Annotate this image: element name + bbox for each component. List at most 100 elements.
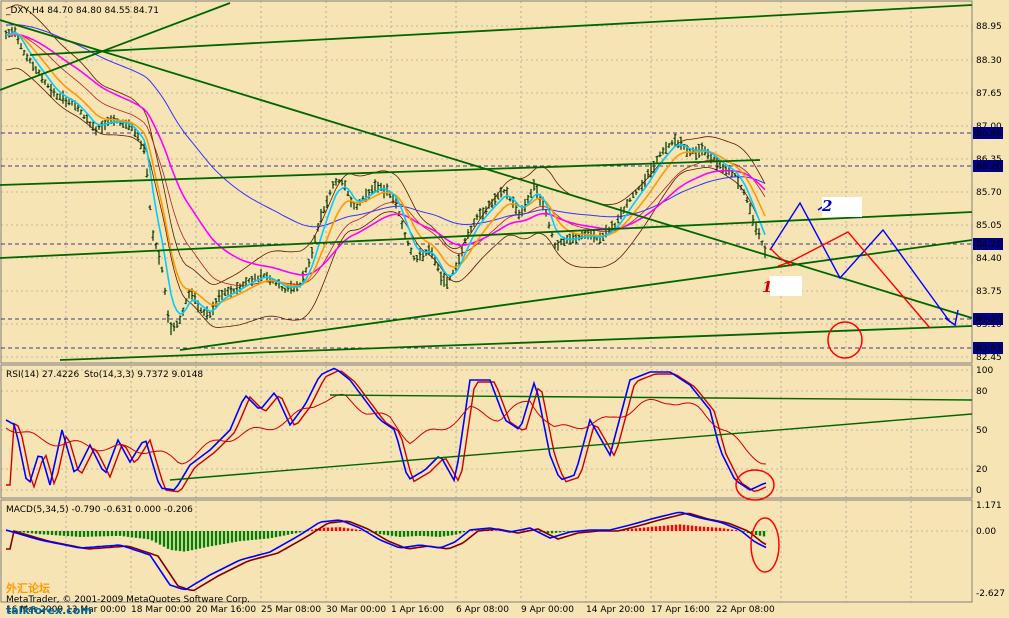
macd-histogram-bar xyxy=(210,531,214,547)
macd-histogram-bar xyxy=(262,531,266,539)
macd-histogram-bar xyxy=(74,531,78,537)
macd-histogram-bar xyxy=(114,531,118,537)
oscillator-axis-label: 100 xyxy=(976,366,993,376)
macd-histogram-bar xyxy=(278,531,282,537)
price-box-label: 82.63 xyxy=(976,344,1002,354)
macd-histogram-bar xyxy=(266,531,270,539)
macd-histogram-bar xyxy=(294,531,298,534)
macd-histogram-bar xyxy=(354,529,358,531)
time-axis-label: 30 Mar 00:00 xyxy=(326,605,386,615)
macd-histogram-bar xyxy=(222,531,226,544)
macd-histogram-bar xyxy=(190,531,194,551)
macd-histogram-bar xyxy=(22,531,26,533)
macd-histogram-bar xyxy=(406,531,410,537)
rsi-header: RSI(14) 27.4226 xyxy=(6,370,79,380)
macd-histogram-bar xyxy=(30,531,34,534)
macd-histogram-bar xyxy=(178,531,182,552)
oscillator-axis-label: 80 xyxy=(976,387,988,397)
macd-histogram-bar xyxy=(310,529,314,531)
price-axis-label: 84.40 xyxy=(976,254,1002,264)
macd-histogram-bar xyxy=(754,531,758,536)
macd-histogram-bar xyxy=(350,528,354,531)
macd-histogram-bar xyxy=(150,531,154,541)
macd-histogram-bar xyxy=(414,531,418,537)
macd-histogram-bar xyxy=(378,531,382,535)
macd-histogram-bar xyxy=(550,531,554,534)
macd-histogram-bar xyxy=(670,525,674,531)
watermark-cn: 外汇论坛 xyxy=(5,581,50,595)
macd-histogram-bar xyxy=(170,531,174,551)
macd-histogram-bar xyxy=(458,531,462,534)
macd-histogram-bar xyxy=(234,531,238,542)
macd-histogram-bar xyxy=(358,529,362,531)
macd-histogram-bar xyxy=(758,531,762,536)
time-axis-label: 18 Mar 00:00 xyxy=(131,605,191,615)
macd-histogram-bar xyxy=(430,531,434,537)
macd-histogram-bar xyxy=(286,531,290,535)
macd-histogram-bar xyxy=(730,529,734,531)
macd-histogram-bar xyxy=(450,531,454,536)
price-axis-label: 85.70 xyxy=(976,188,1002,198)
macd-histogram-bar xyxy=(146,531,150,540)
macd-histogram-bar xyxy=(78,531,82,537)
macd-histogram-bar xyxy=(206,531,210,547)
macd-histogram-bar xyxy=(154,531,158,543)
macd-histogram-bar xyxy=(258,531,262,540)
price-axis-label: 85.05 xyxy=(976,221,1002,231)
macd-histogram-bar xyxy=(326,527,330,531)
macd-histogram-bar xyxy=(94,531,98,537)
macd-histogram-bar xyxy=(166,531,170,549)
macd-histogram-bar xyxy=(630,528,634,531)
macd-histogram-bar xyxy=(34,531,38,534)
macd-histogram-bar xyxy=(134,531,138,538)
label-one-box xyxy=(770,276,802,296)
oscillator-axis-label: 0 xyxy=(976,486,982,496)
sto-header: Sto(14,3,3) 9.7372 9.0148 xyxy=(84,370,203,380)
macd-histogram-bar xyxy=(118,531,122,536)
macd-histogram-bar xyxy=(638,527,642,531)
macd-histogram-bar xyxy=(438,531,442,537)
macd-histogram-bar xyxy=(698,526,702,531)
macd-histogram-bar xyxy=(634,528,638,531)
macd-histogram-bar xyxy=(690,525,694,531)
macd-histogram-bar xyxy=(722,528,726,531)
time-axis-label: 25 Mar 08:00 xyxy=(261,605,321,615)
macd-histogram-bar xyxy=(182,531,186,552)
time-axis-label: 1 Apr 16:00 xyxy=(391,605,444,615)
macd-histogram-bar xyxy=(442,531,446,537)
macd-histogram-bar xyxy=(646,527,650,531)
macd-histogram-bar xyxy=(162,531,166,547)
time-axis-label: 22 Apr 08:00 xyxy=(716,605,775,615)
macd-histogram-bar xyxy=(386,531,390,536)
time-axis-label: 20 Mar 16:00 xyxy=(196,605,256,615)
macd-histogram-bar xyxy=(230,531,234,543)
macd-histogram-bar xyxy=(686,525,690,531)
macd-histogram-bar xyxy=(426,531,430,537)
chart-header: _DXY,H4 84.70 84.80 84.55 84.71 xyxy=(5,6,159,16)
macd-histogram-bar xyxy=(54,531,58,536)
watermark-site: talkforex.com xyxy=(6,604,92,617)
macd-histogram-bar xyxy=(346,528,350,531)
macd-histogram-bar xyxy=(566,531,570,532)
macd-histogram-bar xyxy=(650,526,654,531)
macd-histogram-bar xyxy=(654,526,658,531)
macd-histogram-bar xyxy=(714,527,718,531)
copyright-text: MetaTrader, © 2001-2009 MetaQuotes Softw… xyxy=(6,595,250,605)
macd-histogram-bar xyxy=(186,531,190,552)
macd-histogram-bar xyxy=(682,524,686,531)
trading-chart[interactable]: _DXY,H4 84.70 84.80 84.55 84.71 RSI(14) … xyxy=(0,0,1009,618)
macd-histogram-bar xyxy=(662,525,666,531)
macd-histogram-bar xyxy=(402,531,406,537)
macd-histogram-bar xyxy=(274,531,278,538)
price-box-label: 84.71 xyxy=(976,240,1002,250)
macd-histogram-bar xyxy=(90,531,94,537)
macd-histogram-bar xyxy=(322,527,326,531)
macd-axis-label: 1.171 xyxy=(976,501,1002,511)
price-box-label: 83.20 xyxy=(976,315,1002,325)
macd-histogram-bar xyxy=(50,531,54,535)
macd-histogram-bar xyxy=(462,531,466,533)
macd-histogram-bar xyxy=(70,531,74,537)
macd-header: MACD(5,34,5) -0.790 -0.631 0.000 -0.206 xyxy=(6,505,193,515)
macd-histogram-bar xyxy=(218,531,222,545)
macd-histogram-bar xyxy=(410,531,414,537)
